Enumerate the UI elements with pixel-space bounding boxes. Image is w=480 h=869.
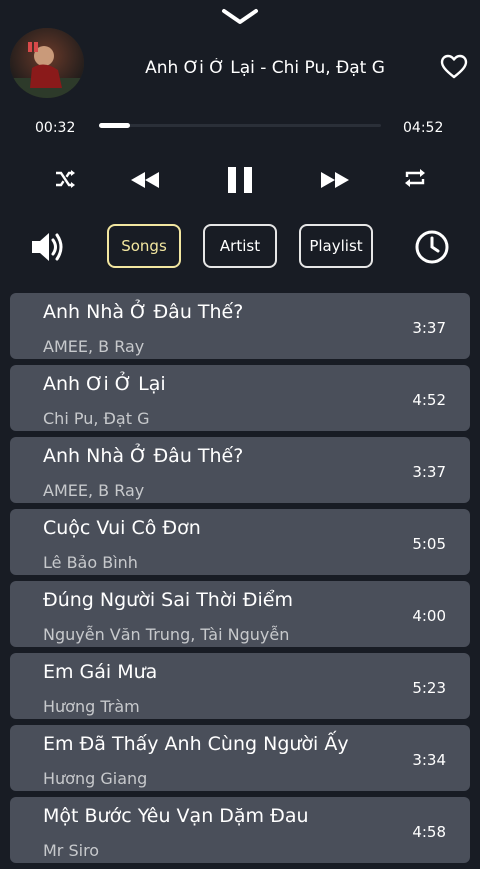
list-item[interactable]: Anh Nhà Ở Đâu Thế? AMEE, B Ray 3:37 — [10, 437, 470, 503]
progress-bar[interactable] — [99, 123, 381, 128]
fast-forward-icon[interactable] — [320, 170, 350, 190]
rewind-icon[interactable] — [130, 170, 160, 190]
volume-icon[interactable] — [30, 230, 66, 264]
list-item[interactable]: Cuộc Vui Cô Đơn Lê Bảo Bình 5:05 — [10, 509, 470, 575]
song-title: Em Gái Mưa — [43, 661, 158, 683]
tab-songs[interactable]: Songs — [107, 224, 181, 268]
list-item[interactable]: Một Bước Yêu Vạn Dặm Đau Mr Siro 4:58 — [10, 797, 470, 863]
heart-icon[interactable] — [440, 54, 468, 80]
song-duration: 4:00 — [412, 607, 446, 625]
shuffle-icon[interactable] — [54, 168, 76, 190]
song-duration: 3:37 — [412, 319, 446, 337]
list-item[interactable]: Đúng Người Sai Thời Điểm Nguyễn Văn Trun… — [10, 581, 470, 647]
repeat-icon[interactable] — [403, 166, 427, 190]
song-duration: 3:34 — [412, 751, 446, 769]
song-title: Anh Nhà Ở Đâu Thế? — [43, 445, 244, 467]
duration: 04:52 — [403, 120, 444, 136]
song-title: Đúng Người Sai Thời Điểm — [43, 589, 293, 611]
song-duration: 5:05 — [412, 535, 446, 553]
song-title: Anh Ơi Ở Lại — [43, 373, 166, 395]
tab-artist[interactable]: Artist — [203, 224, 277, 268]
song-duration: 4:52 — [412, 391, 446, 409]
list-item[interactable]: Anh Ơi Ở Lại Chi Pu, Đạt G 4:52 — [10, 365, 470, 431]
progress-fill — [99, 123, 131, 128]
song-artist: AMEE, B Ray — [43, 481, 145, 500]
list-item[interactable]: Anh Nhà Ở Đâu Thế? AMEE, B Ray 3:37 — [10, 293, 470, 359]
song-title: Một Bước Yêu Vạn Dặm Đau — [43, 805, 309, 827]
clock-icon[interactable] — [414, 229, 450, 265]
song-artist: Mr Siro — [43, 841, 100, 860]
list-item[interactable]: Em Đã Thấy Anh Cùng Người Ấy Hương Giang… — [10, 725, 470, 791]
song-title: Cuộc Vui Cô Đơn — [43, 517, 201, 539]
song-artist: Hương Tràm — [43, 697, 140, 716]
tab-playlist[interactable]: Playlist — [299, 224, 373, 268]
current-time: 00:32 — [35, 120, 76, 136]
now-playing-title: Anh Ơi Ở Lại - Chi Pu, Đạt G — [145, 58, 385, 78]
song-list: Anh Nhà Ở Đâu Thế? AMEE, B Ray 3:37 Anh … — [10, 293, 470, 869]
song-artist: Chi Pu, Đạt G — [43, 409, 150, 428]
song-artist: Nguyễn Văn Trung, Tài Nguyễn — [43, 625, 290, 644]
song-artist: AMEE, B Ray — [43, 337, 145, 356]
song-artist: Hương Giang — [43, 769, 148, 788]
album-art — [10, 28, 84, 98]
song-title: Anh Nhà Ở Đâu Thế? — [43, 301, 244, 323]
list-item[interactable]: Em Gái Mưa Hương Tràm 5:23 — [10, 653, 470, 719]
song-artist: Lê Bảo Bình — [43, 553, 138, 572]
song-duration: 3:37 — [412, 463, 446, 481]
song-title: Em Đã Thấy Anh Cùng Người Ấy — [43, 733, 349, 755]
pause-icon[interactable] — [226, 166, 254, 194]
song-duration: 5:23 — [412, 679, 446, 697]
chevron-down-icon[interactable] — [220, 6, 260, 28]
song-duration: 4:58 — [412, 823, 446, 841]
